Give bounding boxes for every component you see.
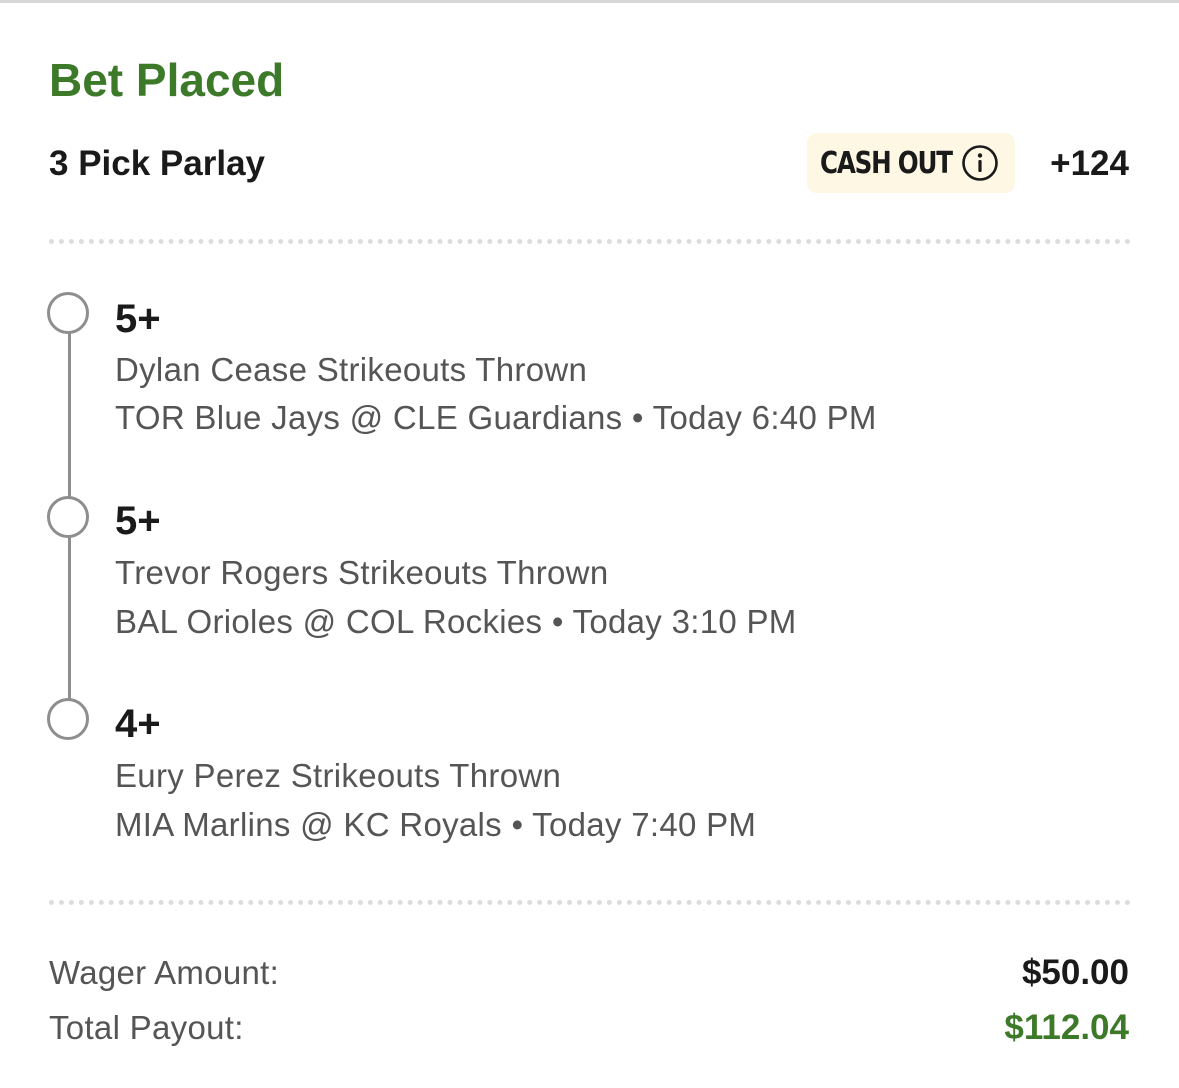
leg-market: Trevor Rogers Strikeouts Thrown — [115, 554, 609, 591]
leg-status-icon — [47, 292, 89, 334]
total-payout-label: Total Payout: — [49, 1009, 244, 1046]
leg-game-info: TOR Blue Jays @ CLE Guardians • Today 6:… — [115, 399, 877, 436]
leg-game-info: MIA Marlins @ KC Royals • Today 7:40 PM — [115, 806, 757, 843]
cash-out-button[interactable]: CASH OUT — [807, 133, 1015, 193]
leg-pick: 4+ — [115, 702, 161, 746]
bet-type-label: 3 Pick Parlay — [49, 144, 265, 183]
leg-game-info: BAL Orioles @ COL Rockies • Today 3:10 P… — [115, 603, 797, 640]
leg-pick: 5+ — [115, 499, 161, 543]
parlay-odds: +124 — [1050, 144, 1129, 183]
leg-status-icon — [47, 698, 89, 740]
leg-market: Dylan Cease Strikeouts Thrown — [115, 351, 588, 388]
leg-market: Eury Perez Strikeouts Thrown — [115, 757, 562, 794]
leg-status-icon — [47, 496, 89, 538]
total-payout-value: $112.04 — [1004, 1008, 1129, 1047]
wager-amount-label: Wager Amount: — [49, 954, 280, 991]
info-circle-icon[interactable] — [961, 144, 999, 182]
cash-out-label: CASH OUT — [820, 145, 953, 181]
page-title: Bet Placed — [49, 54, 285, 106]
divider-top — [49, 239, 1131, 244]
divider-bottom — [49, 900, 1131, 905]
leg-pick: 5+ — [115, 297, 161, 341]
wager-amount-value: $50.00 — [1021, 953, 1129, 992]
top-border — [0, 0, 1179, 3]
